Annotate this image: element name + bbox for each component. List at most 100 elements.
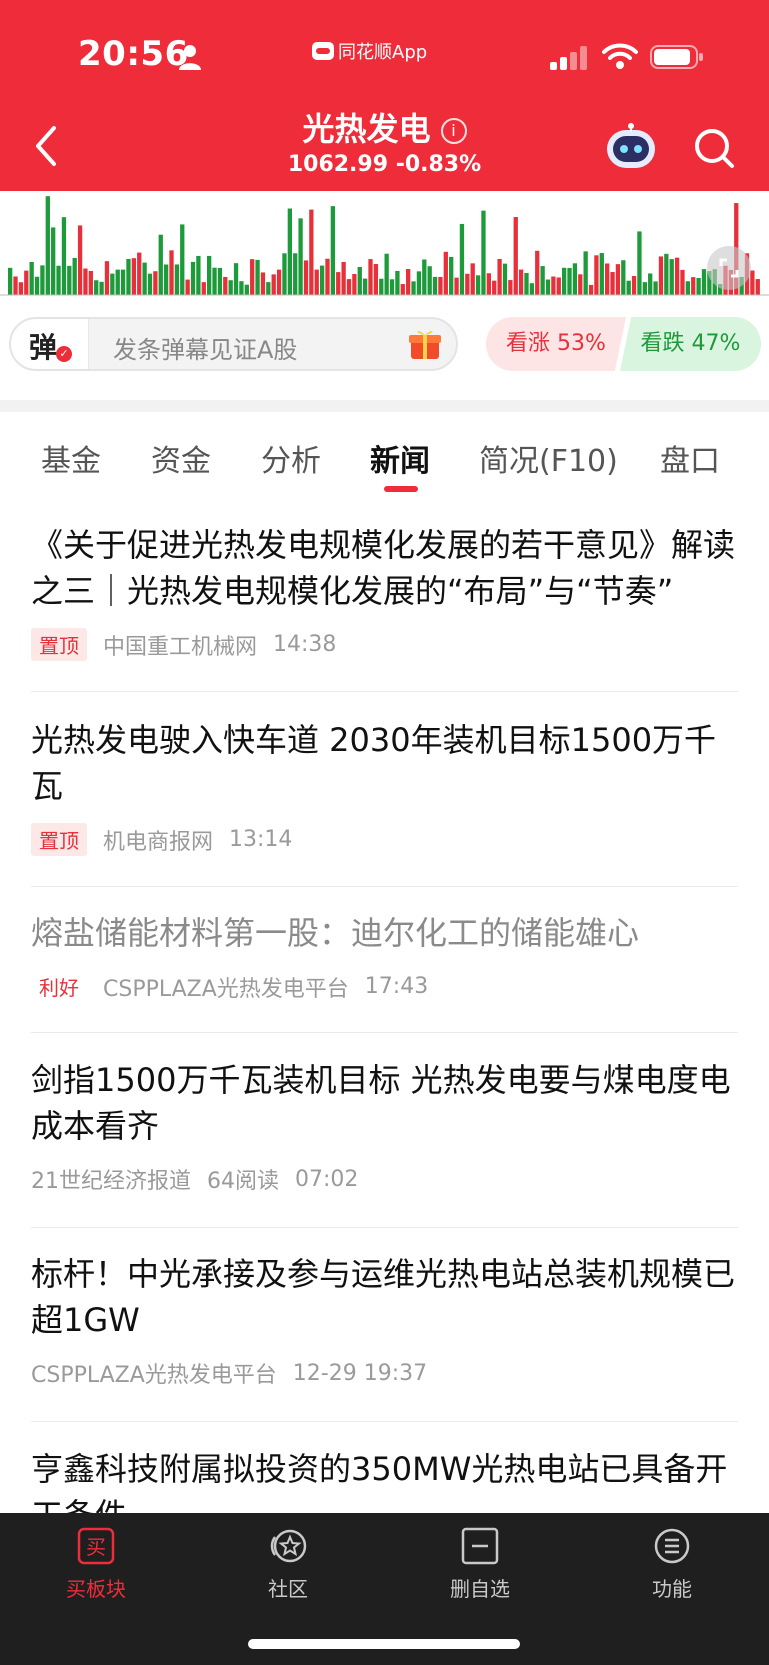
news-item[interactable]: 熔盐储能材料第一股：迪尔化工的储能雄心 利好 CSPPLAZA光热发电平台 17… bbox=[31, 910, 738, 1003]
chart-bar bbox=[190, 261, 196, 295]
danmu-toggle[interactable]: 弹 ✓ bbox=[11, 319, 89, 369]
chart-bar bbox=[287, 208, 292, 295]
chart-bar bbox=[556, 277, 561, 295]
robot-assistant-icon[interactable] bbox=[604, 122, 658, 172]
chart-bar bbox=[438, 276, 443, 295]
chart-bar bbox=[131, 258, 137, 295]
search-icon[interactable] bbox=[692, 126, 736, 170]
chart-bar bbox=[207, 255, 212, 295]
news-item[interactable]: 标杆！中光承接及参与运维光热电站总装机规模已超1GW CSPPLAZA光热发电平… bbox=[31, 1251, 738, 1389]
status-time: 20:56 bbox=[78, 34, 189, 74]
chart-bar bbox=[40, 265, 45, 295]
tab-order-book[interactable]: 盘口 bbox=[660, 436, 720, 480]
chart-bar bbox=[481, 210, 486, 295]
news-read-count: 64阅读 bbox=[207, 1169, 279, 1194]
heatmap-bar-chart[interactable] bbox=[0, 191, 769, 299]
nav-buy-sector[interactable]: 买 买板块 bbox=[46, 1527, 146, 1602]
chart-bar bbox=[518, 269, 524, 295]
vote-down-button[interactable]: 看跌 47% bbox=[620, 317, 761, 371]
chart-bar bbox=[443, 251, 448, 295]
nav-functions[interactable]: 功能 bbox=[622, 1527, 722, 1602]
buy-icon: 买 bbox=[77, 1527, 115, 1565]
chart-bar bbox=[658, 256, 664, 295]
chart-bar bbox=[180, 224, 185, 295]
chart-bar bbox=[293, 253, 298, 295]
chart-bar bbox=[750, 270, 755, 295]
app-name: 同花顺App bbox=[338, 42, 428, 63]
chart-bar bbox=[51, 227, 56, 295]
chart-bar bbox=[142, 262, 147, 295]
chart-bar bbox=[174, 264, 180, 295]
chart-bar bbox=[395, 270, 400, 295]
tab-news[interactable]: 新闻 bbox=[370, 436, 430, 480]
expand-icon[interactable] bbox=[707, 246, 751, 290]
news-source: CSPPLAZA光热发电平台 bbox=[31, 1363, 277, 1388]
tab-analysis[interactable]: 分析 bbox=[261, 436, 321, 480]
chart-bar bbox=[389, 279, 395, 295]
gift-icon[interactable] bbox=[408, 327, 442, 361]
chart-bar bbox=[701, 269, 707, 295]
chart-bar bbox=[233, 263, 239, 295]
chart-bar bbox=[400, 284, 405, 295]
battery-icon bbox=[650, 45, 703, 69]
wifi-icon bbox=[602, 43, 638, 69]
chart-bar bbox=[680, 269, 685, 295]
menu-icon bbox=[654, 1528, 690, 1564]
chart-bar bbox=[599, 253, 604, 295]
news-source: 中国重工机械网 bbox=[103, 634, 258, 660]
chart-bar bbox=[341, 261, 346, 295]
list-divider bbox=[31, 691, 738, 692]
chart-bar bbox=[126, 258, 131, 295]
chart-bar bbox=[83, 268, 88, 295]
nav-label: 社区 bbox=[268, 1577, 308, 1601]
vote-up-button[interactable]: 看涨 53% bbox=[486, 317, 626, 371]
news-time: 12-29 19:37 bbox=[292, 1360, 428, 1386]
remove-watchlist-icon bbox=[461, 1527, 499, 1565]
chart-bar bbox=[605, 263, 610, 295]
chart-bar bbox=[115, 269, 120, 295]
news-item[interactable]: 《关于促进光热发电规模化发展的若干意见》解读之三｜光热发电规模化发展的“布局”与… bbox=[31, 522, 738, 661]
news-headline: 剑指1500万千瓦装机目标 光热发电要与煤电度电成本看齐 bbox=[31, 1061, 731, 1145]
nav-label: 功能 bbox=[652, 1577, 692, 1601]
chart-bar bbox=[18, 282, 24, 295]
nav-label: 买板块 bbox=[66, 1577, 126, 1601]
chart-bar bbox=[244, 284, 249, 295]
tab-profile-f10[interactable]: 简况(F10) bbox=[479, 436, 618, 480]
news-item[interactable]: 光热发电驶入快车道 2030年装机目标1500万千瓦 置顶 机电商报网 13:1… bbox=[31, 717, 738, 856]
pinned-badge: 置顶 bbox=[31, 628, 87, 661]
chart-bar bbox=[13, 276, 18, 295]
chart-bar bbox=[45, 196, 50, 295]
buy-icon-glyph: 买 bbox=[86, 1535, 106, 1559]
chart-bar bbox=[406, 269, 411, 295]
chart-bar bbox=[217, 267, 223, 295]
index-change: -0.83% bbox=[395, 152, 482, 177]
chart-bar bbox=[432, 276, 438, 295]
news-time: 14:38 bbox=[273, 632, 337, 657]
header: 20:56 同花顺App 光热发电 i 1062.99 -0.83% bbox=[0, 0, 769, 191]
chart-bar bbox=[276, 269, 282, 295]
nav-community[interactable]: 社区 bbox=[238, 1527, 338, 1602]
news-item[interactable]: 剑指1500万千瓦装机目标 光热发电要与煤电度电成本看齐 21世纪经济报道 64… bbox=[31, 1057, 738, 1195]
chart-bar bbox=[201, 282, 206, 295]
chart-bar bbox=[303, 260, 309, 295]
app-badge[interactable]: 同花顺App bbox=[312, 38, 427, 64]
person-icon bbox=[179, 45, 201, 70]
nav-remove-watchlist[interactable]: 删自选 bbox=[430, 1527, 530, 1602]
chart-bar bbox=[212, 267, 217, 295]
chart-bar bbox=[755, 279, 760, 295]
news-meta: 利好 CSPPLAZA光热发电平台 17:43 bbox=[31, 970, 738, 1003]
chart-bar bbox=[61, 217, 67, 295]
danmu-input[interactable]: 弹 ✓ 发条弹幕见证A股 bbox=[9, 317, 458, 371]
chart-bar bbox=[266, 282, 271, 295]
tab-capital[interactable]: 资金 bbox=[151, 436, 211, 480]
tab-fund[interactable]: 基金 bbox=[41, 436, 101, 480]
section-divider bbox=[0, 400, 769, 412]
pinned-badge: 置顶 bbox=[31, 823, 87, 856]
chart-bar bbox=[465, 273, 470, 295]
info-icon[interactable]: i bbox=[440, 118, 467, 144]
chart-bar bbox=[529, 283, 535, 295]
community-icon bbox=[270, 1529, 307, 1563]
chart-bar bbox=[384, 253, 389, 295]
chart-bar bbox=[314, 269, 319, 295]
chart-bar bbox=[459, 223, 465, 295]
